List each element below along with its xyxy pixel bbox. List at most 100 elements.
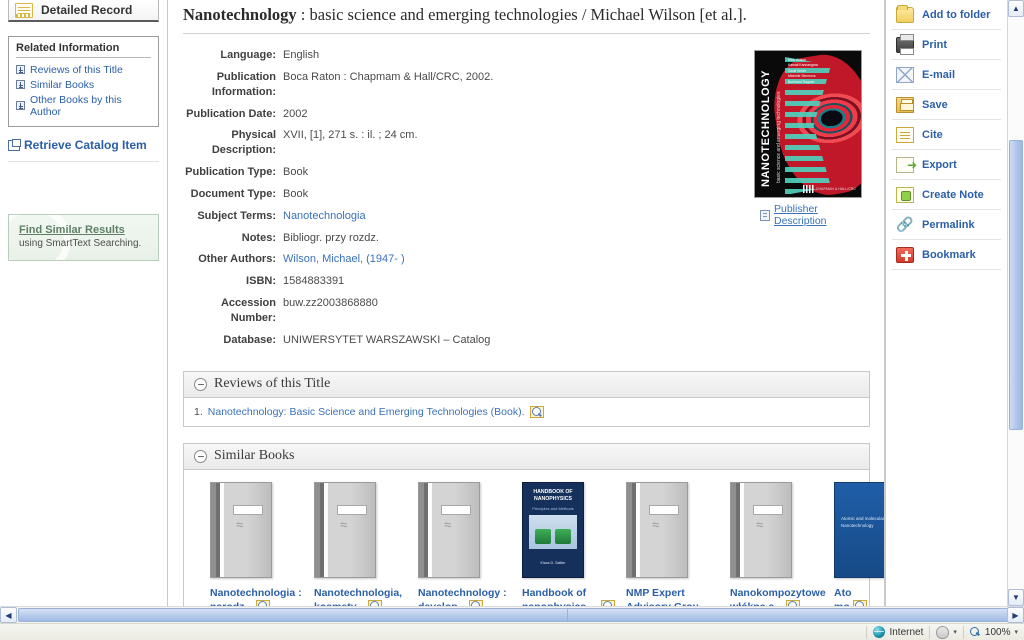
publisher-description-row[interactable]: Publisher Description bbox=[754, 203, 870, 227]
other-author-link[interactable]: Wilson, Michael, (1947- ) bbox=[283, 253, 405, 265]
external-link-icon bbox=[8, 139, 21, 151]
tool-email-label: E-mail bbox=[922, 68, 956, 81]
book-cover-thumbnail[interactable]: ≈ bbox=[418, 481, 480, 578]
retrieve-catalog-item-label: Retrieve Catalog Item bbox=[24, 138, 147, 152]
book-title-line1[interactable]: Ato bbox=[834, 587, 852, 599]
field-row: Publication Information: Boca Raton : Ch… bbox=[183, 70, 744, 100]
publisher-description-link[interactable]: Publisher Description bbox=[774, 203, 870, 227]
thumb-cover-art bbox=[529, 514, 577, 549]
tool-bookmark[interactable]: Bookmark bbox=[892, 240, 1001, 270]
scroll-up-button[interactable]: ▲ bbox=[1008, 0, 1024, 17]
minus-circle-icon[interactable] bbox=[194, 377, 207, 391]
book-cover-thumbnail[interactable]: HANDBOOK OF NANOPHYSICS Principles and M… bbox=[522, 481, 584, 578]
list-item[interactable]: ≈ Nanotechnology : develop... bbox=[418, 481, 522, 606]
book-cover-image[interactable]: NANOTECHNOLOGY basic science and emergin… bbox=[754, 50, 862, 198]
smarttext-search-box[interactable]: Find Similar Results using SmartText Sea… bbox=[8, 214, 159, 261]
tab-detailed-record[interactable]: Detailed Record bbox=[8, 0, 159, 22]
publisher-mark-icon bbox=[802, 185, 814, 193]
zoom-control[interactable]: 100% ▾ bbox=[964, 624, 1024, 640]
book-cover-thumbnail[interactable]: ≈ bbox=[314, 481, 376, 578]
book-title-line1[interactable]: NMP Expert bbox=[626, 587, 685, 599]
related-item-other-books-label[interactable]: Other Books by this Author bbox=[30, 94, 151, 118]
book-caption: Nanotechnologia, kosmety... bbox=[314, 586, 410, 606]
list-item[interactable]: ≈ Nanotechnologia, kosmety... bbox=[314, 481, 418, 606]
book-title-line1[interactable]: Nanokompozytowe bbox=[730, 587, 826, 599]
paperclip-icon: 🔗 bbox=[896, 216, 914, 232]
field-row: Physical Description: XVII, [1], 271 s. … bbox=[183, 128, 744, 158]
tool-print[interactable]: Print bbox=[892, 30, 1001, 60]
review-title-link[interactable]: Nanotechnology: Basic Science and Emergi… bbox=[208, 406, 525, 418]
field-value: Boca Raton : Chapmam & Hall/CRC, 2002. bbox=[283, 70, 494, 83]
book-caption: Nanotechnology : develop... bbox=[418, 586, 514, 606]
scroll-left-button[interactable]: ◀ bbox=[0, 607, 17, 623]
vertical-scrollbar[interactable]: ▲ ▼ bbox=[1007, 0, 1024, 606]
horizontal-scrollbar[interactable]: ◀ ▶ bbox=[0, 606, 1024, 623]
field-label: Notes: bbox=[241, 231, 276, 244]
thumb-cover-subtitle: Principles and Methods bbox=[532, 505, 574, 511]
chevron-down-icon[interactable]: ▾ bbox=[1014, 628, 1018, 636]
folder-icon bbox=[896, 4, 914, 23]
tool-save[interactable]: Save bbox=[892, 90, 1001, 120]
shield-icon bbox=[936, 625, 950, 639]
minus-circle-icon[interactable] bbox=[194, 449, 207, 463]
cover-label-box bbox=[649, 504, 679, 515]
thumb-cover-title: HANDBOOK OF NANOPHYSICS bbox=[533, 488, 573, 502]
related-item-similar-books-label[interactable]: Similar Books bbox=[30, 79, 94, 91]
tool-permalink[interactable]: 🔗 Permalink bbox=[892, 210, 1001, 240]
cover-publisher-text: CHAPMAN & HALL/CRC bbox=[815, 187, 856, 191]
security-zone-label: Internet bbox=[889, 626, 924, 638]
section-reviews-header[interactable]: Reviews of this Title bbox=[184, 371, 869, 398]
similar-books-carousel[interactable]: ≈ Nanotechnologia : narodz... ≈ bbox=[194, 478, 896, 606]
anchor-icon bbox=[16, 101, 25, 110]
retrieve-catalog-item-button[interactable]: Retrieve Catalog Item bbox=[8, 138, 159, 162]
book-title-line1[interactable]: Nanotechnology : bbox=[418, 587, 507, 599]
preview-magnifier-icon[interactable] bbox=[529, 405, 544, 418]
related-item-other-books[interactable]: Other Books by this Author bbox=[16, 92, 151, 119]
tool-permalink-label: Permalink bbox=[922, 218, 975, 231]
book-cover-thumbnail[interactable]: ≈ bbox=[730, 481, 792, 578]
field-value: Nanotechnologia bbox=[283, 209, 744, 224]
tool-cite[interactable]: Cite bbox=[892, 120, 1001, 150]
related-item-reviews-label[interactable]: Reviews of this Title bbox=[30, 64, 123, 76]
subject-term-link[interactable]: Nanotechnologia bbox=[283, 210, 366, 222]
left-sidebar: Detailed Record Related Information Revi… bbox=[0, 0, 168, 606]
section-similar-books-title: Similar Books bbox=[214, 448, 295, 464]
page-title: Nanotechnology : basic science and emerg… bbox=[183, 0, 870, 34]
note-icon bbox=[896, 186, 914, 203]
list-item[interactable]: ≈ Nanotechnologia : narodz... bbox=[210, 481, 314, 606]
cover-label-box bbox=[337, 504, 367, 515]
field-label: Subject Terms: bbox=[197, 209, 276, 222]
related-item-similar-books[interactable]: Similar Books bbox=[16, 77, 151, 92]
book-title-line1[interactable]: Nanotechnologia : bbox=[210, 587, 302, 599]
protected-mode-indicator[interactable]: ▾ bbox=[930, 624, 963, 640]
security-zone-indicator[interactable]: Internet bbox=[867, 624, 929, 640]
field-label: Publication Date: bbox=[186, 107, 276, 120]
field-row: Document Type: Book bbox=[183, 187, 744, 202]
chevron-down-icon[interactable]: ▾ bbox=[953, 628, 957, 636]
scroll-right-button[interactable]: ▶ bbox=[1007, 607, 1024, 623]
tool-create-note[interactable]: Create Note bbox=[892, 180, 1001, 210]
book-cover-thumbnail[interactable]: ≈ bbox=[626, 481, 688, 578]
book-title-line1[interactable]: Nanotechnologia, bbox=[314, 587, 402, 599]
cover-authors-text: Mick Wilson Kamali Kannangara Geoff Smith M… bbox=[788, 58, 818, 84]
review-number: 1. bbox=[194, 405, 203, 418]
horizontal-scroll-thumb[interactable] bbox=[18, 608, 1024, 622]
field-value: buw.zz2003868880 bbox=[283, 297, 378, 310]
cover-squiggle-icon: ≈ bbox=[756, 516, 764, 532]
list-item[interactable]: ≈ Nanokompozytowe włókna a... bbox=[730, 481, 834, 606]
book-cover-thumbnail[interactable]: ≈ bbox=[210, 481, 272, 578]
section-similar-books-header[interactable]: Similar Books bbox=[184, 443, 869, 470]
vertical-scroll-thumb[interactable] bbox=[1009, 140, 1023, 430]
list-item[interactable]: ≈ NMP Expert Advisory Grou... bbox=[626, 481, 730, 606]
find-similar-results-link[interactable]: Find Similar Results bbox=[19, 224, 148, 236]
field-value: Book bbox=[283, 187, 309, 200]
tool-add-to-folder[interactable]: Add to folder bbox=[892, 0, 1001, 30]
field-row: Accession Number: buw.zz2003868880 bbox=[183, 296, 744, 326]
book-caption: Handbook of nanophysics.... bbox=[522, 586, 618, 606]
book-title-line1[interactable]: Handbook of bbox=[522, 587, 586, 599]
tool-email[interactable]: E-mail bbox=[892, 60, 1001, 90]
tool-export[interactable]: Export bbox=[892, 150, 1001, 180]
list-item[interactable]: HANDBOOK OF NANOPHYSICS Principles and M… bbox=[522, 481, 626, 606]
scroll-down-button[interactable]: ▼ bbox=[1008, 589, 1024, 606]
related-item-reviews[interactable]: Reviews of this Title bbox=[16, 62, 151, 77]
